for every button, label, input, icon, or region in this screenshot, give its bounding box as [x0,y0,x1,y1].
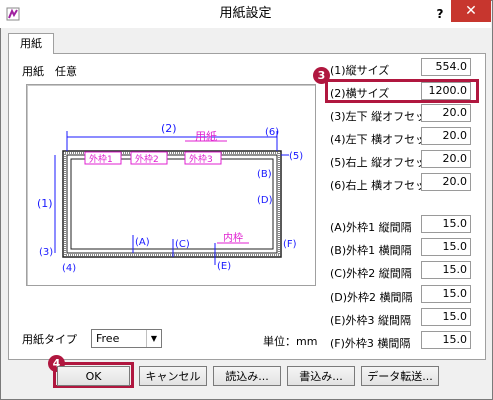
close-button[interactable]: ✕ [451,0,491,22]
dim-c-label: (C) [175,239,190,250]
dim-6-label: (6) [265,127,279,138]
frame2-h-input[interactable]: 15.0 [421,285,471,303]
dim-b-label: (B) [257,169,272,180]
dim-3-label: (3) [39,247,53,258]
field-label-width: (2)横サイズ [330,87,390,100]
paper-hatch [64,152,280,256]
ll-h-offset-input[interactable]: 20.0 [421,127,471,145]
unit-label: 単位：mm [263,335,318,348]
frame1-tag: 外枠1 [89,153,113,165]
frame2-tag: 外枠2 [135,153,159,165]
step-3-badge: 3 [313,67,330,84]
field-label-height: (1)縦サイズ [330,64,390,77]
title-bar: 用紙設定 ? ✕ [0,0,491,28]
field-label-frame2-h: (D)外枠2 横間隔 [330,291,413,304]
paper-label: 用紙 [22,65,44,78]
paper-type-value: Free [96,332,120,345]
cancel-button[interactable]: キャンセル [139,366,207,386]
window-title: 用紙設定 [219,6,272,21]
ok-button[interactable]: OK [57,366,130,386]
height-input[interactable]: 554.0 [421,58,471,76]
save-button[interactable]: 書込み... [287,366,355,386]
dim-f-label: (F) [283,239,297,250]
load-button[interactable]: 読込み... [213,366,281,386]
dim-2-label: (2) [161,122,177,135]
chevron-down-icon[interactable]: ▼ [146,330,161,347]
dim-4-label: (4) [62,263,76,274]
ur-v-offset-input[interactable]: 20.0 [421,150,471,168]
frame3-v-input[interactable]: 15.0 [421,308,471,326]
field-label-frame2-v: (C)外枠2 縦間隔 [330,267,412,280]
dim-d-label: (D) [257,195,273,206]
field-label-frame3-v: (E)外枠3 縦間隔 [330,314,412,327]
frame3-h-input[interactable]: 15.0 [421,331,471,349]
paper-tag-label: 用紙 [195,129,217,143]
paper-type-label: 用紙タイプ [22,333,77,346]
paper-type-select[interactable]: Free ▼ [91,329,162,348]
inner-frame-tag-label: 内枠 [223,231,243,244]
width-input[interactable]: 1200.0 [421,82,471,100]
ll-v-offset-input[interactable]: 20.0 [421,104,471,122]
dim-e-label: (E) [217,261,231,272]
preview-diagram: (2) (6) (5) (1) (3) (4) (B) (D) (F) (A) … [37,122,303,274]
paper-preview: (2) (6) (5) (1) (3) (4) (B) (D) (F) (A) … [26,84,316,286]
field-label-frame1-h: (B)外枠1 横間隔 [330,244,412,257]
paper-outline [62,150,282,258]
help-button[interactable]: ? [430,5,450,23]
dim-5-label: (5) [289,151,303,162]
ur-h-offset-input[interactable]: 20.0 [421,173,471,191]
paper-outline-inner [66,154,278,254]
frame1-v-input[interactable]: 15.0 [421,215,471,233]
field-label-frame1-v: (A)外枠1 縦間隔 [330,221,412,234]
frame2-v-input[interactable]: 15.0 [421,261,471,279]
paper-mode: 任意 [55,65,77,78]
frame1-h-input[interactable]: 15.0 [421,238,471,256]
tab-paper[interactable]: 用紙 [8,33,54,54]
field-label-frame3-h: (F)外枠3 横間隔 [330,337,411,350]
dim-1-label: (1) [37,197,53,210]
dim-a-label: (A) [135,237,150,248]
frame3-tag: 外枠3 [189,153,213,165]
data-transfer-button[interactable]: データ転送... [361,366,439,386]
